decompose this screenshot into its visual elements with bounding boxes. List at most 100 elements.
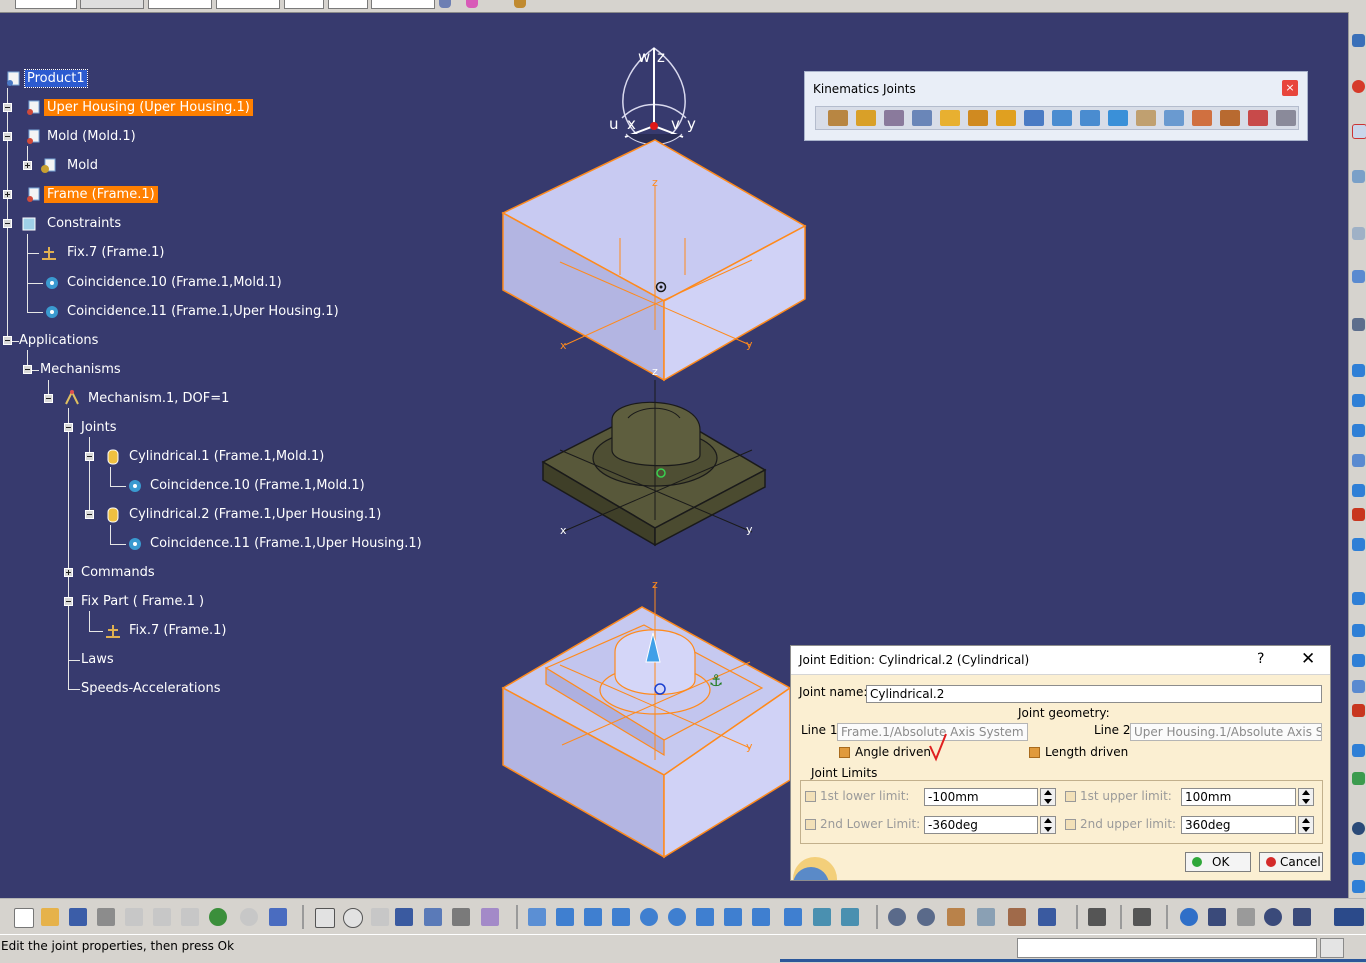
uper-housing-part[interactable]: z x y xyxy=(501,139,807,382)
tree-node-coincidence-10[interactable]: Coincidence.10 (Frame.1,Mold.1) xyxy=(67,274,282,291)
top-combo-field[interactable] xyxy=(216,0,280,9)
angle-driven-checkbox[interactable] xyxy=(839,747,850,758)
tree-node-frame[interactable]: Frame (Frame.1) xyxy=(44,186,158,203)
knowledge-icon[interactable] xyxy=(343,908,363,928)
render-style-icon[interactable] xyxy=(784,908,802,926)
measure-icon[interactable] xyxy=(1088,908,1106,926)
sphere-icon[interactable] xyxy=(1352,880,1365,893)
formula-icon[interactable] xyxy=(315,908,335,928)
point-surface-joint-icon[interactable] xyxy=(1108,110,1128,126)
upper1-checkbox[interactable] xyxy=(1065,791,1076,802)
cylindrical-joint-icon[interactable] xyxy=(884,110,904,126)
cable-joint-icon[interactable] xyxy=(1248,110,1268,126)
compass[interactable]: w z u x v y xyxy=(609,47,696,146)
tree-node-coincidence-10[interactable]: Coincidence.10 (Frame.1,Mold.1) xyxy=(150,477,365,494)
sketch-icon[interactable] xyxy=(1352,34,1365,47)
iso-view-icon[interactable] xyxy=(752,908,770,926)
cube-icon[interactable] xyxy=(1352,772,1365,785)
upper2-field[interactable]: 360deg xyxy=(1181,816,1296,834)
top-combo-field[interactable] xyxy=(284,0,324,9)
tree-node-applications[interactable]: Applications xyxy=(19,332,98,349)
tree-collapse-toggle[interactable] xyxy=(85,510,94,519)
top-combo-field[interactable] xyxy=(15,0,77,9)
rotate-icon[interactable] xyxy=(612,908,630,926)
paint-icon[interactable] xyxy=(439,0,451,8)
arrow-icon[interactable] xyxy=(1352,454,1365,467)
tree-node-joints[interactable]: Joints xyxy=(81,419,117,436)
lower1-field[interactable]: -100mm xyxy=(924,788,1038,806)
tree-expand-toggle[interactable] xyxy=(3,190,12,199)
tree-icon[interactable] xyxy=(424,908,442,926)
gear-icon[interactable] xyxy=(1352,318,1365,331)
sphere-icon[interactable] xyxy=(1352,538,1365,551)
cube-icon[interactable] xyxy=(1352,680,1365,693)
clash-icon[interactable] xyxy=(1352,704,1365,717)
tree-node-mold-instance[interactable]: Mold (Mold.1) xyxy=(47,128,136,145)
zoom-out-icon[interactable] xyxy=(668,908,686,926)
lock-icon[interactable] xyxy=(371,908,389,926)
tree-node-fix[interactable]: Fix.7 (Frame.1) xyxy=(129,622,226,639)
snapshot-icon[interactable] xyxy=(1133,908,1151,926)
compass-icon[interactable] xyxy=(1180,908,1198,926)
cut-icon[interactable] xyxy=(125,908,143,926)
kinematics-icon[interactable] xyxy=(1038,908,1056,926)
sphere-icon[interactable] xyxy=(1352,852,1365,865)
gear-joint-icon[interactable] xyxy=(1192,110,1212,126)
screw-joint-icon[interactable] xyxy=(912,110,932,126)
tree-collapse-toggle[interactable] xyxy=(85,452,94,461)
tree-collapse-toggle[interactable] xyxy=(44,394,53,403)
upper1-field[interactable]: 100mm xyxy=(1181,788,1296,806)
tree-collapse-toggle[interactable] xyxy=(64,423,73,432)
cancel-button[interactable]: Cancel xyxy=(1259,852,1323,872)
lower1-checkbox[interactable] xyxy=(805,791,816,802)
clash-icon[interactable] xyxy=(1352,508,1365,521)
kinematics-icon[interactable] xyxy=(1008,908,1026,926)
upper2-spinner[interactable] xyxy=(1298,816,1314,834)
sphere-icon[interactable] xyxy=(1352,744,1365,757)
copy-icon[interactable] xyxy=(153,908,171,926)
tree-node-cylindrical-1[interactable]: Cylindrical.1 (Frame.1,Mold.1) xyxy=(129,448,324,465)
axis-joint-icon[interactable] xyxy=(1276,110,1296,126)
sphere-icon[interactable] xyxy=(1352,364,1365,377)
material-icon[interactable] xyxy=(514,0,526,8)
tree-node-uper-housing[interactable]: Uper Housing (Uper Housing.1) xyxy=(44,99,253,116)
kinematics-icon[interactable] xyxy=(977,908,995,926)
tree-collapse-toggle[interactable] xyxy=(64,597,73,606)
command-button[interactable] xyxy=(1320,938,1344,958)
command-input[interactable] xyxy=(1017,938,1317,958)
lock-icon[interactable] xyxy=(452,908,470,926)
constraint-icon[interactable] xyxy=(1352,124,1366,139)
tree-collapse-toggle[interactable] xyxy=(3,132,12,141)
tree-node-product[interactable]: Product1 xyxy=(24,69,88,88)
close-icon[interactable]: ✕ xyxy=(1301,649,1315,669)
zoom-in-icon[interactable] xyxy=(640,908,658,926)
sphere-icon[interactable] xyxy=(1352,484,1365,497)
roll-curve-joint-icon[interactable] xyxy=(1080,110,1100,126)
tree-node-mold-part[interactable]: Mold xyxy=(67,157,98,174)
tree-node-constraints[interactable]: Constraints xyxy=(47,215,121,232)
multi-view-icon[interactable] xyxy=(724,908,742,926)
lower1-spinner[interactable] xyxy=(1040,788,1056,806)
sphere-icon[interactable] xyxy=(1352,394,1365,407)
tree-node-laws[interactable]: Laws xyxy=(81,651,114,668)
whats-this-icon[interactable] xyxy=(269,908,287,926)
slide-curve-joint-icon[interactable] xyxy=(1052,110,1072,126)
color-icon[interactable] xyxy=(466,0,478,8)
arrow-icon[interactable] xyxy=(1352,270,1365,283)
new-icon[interactable] xyxy=(14,908,34,928)
open-icon[interactable] xyxy=(41,908,59,926)
axis-icon[interactable] xyxy=(1352,170,1365,183)
revolute-joint-icon[interactable] xyxy=(828,110,848,126)
previous-icon[interactable] xyxy=(1208,908,1226,926)
universal-joint-icon[interactable] xyxy=(1136,110,1156,126)
close-icon[interactable]: × xyxy=(1282,80,1298,96)
point-curve-joint-icon[interactable] xyxy=(1024,110,1044,126)
upper2-checkbox[interactable] xyxy=(1065,819,1076,830)
print-icon[interactable] xyxy=(97,908,115,926)
joint-name-field[interactable]: Cylindrical.2 xyxy=(866,685,1322,703)
tree-node-commands[interactable]: Commands xyxy=(81,564,155,581)
redo-icon[interactable] xyxy=(240,908,258,926)
rigid-joint-icon[interactable] xyxy=(996,110,1016,126)
normal-view-icon[interactable] xyxy=(696,908,714,926)
lower2-checkbox[interactable] xyxy=(805,819,816,830)
